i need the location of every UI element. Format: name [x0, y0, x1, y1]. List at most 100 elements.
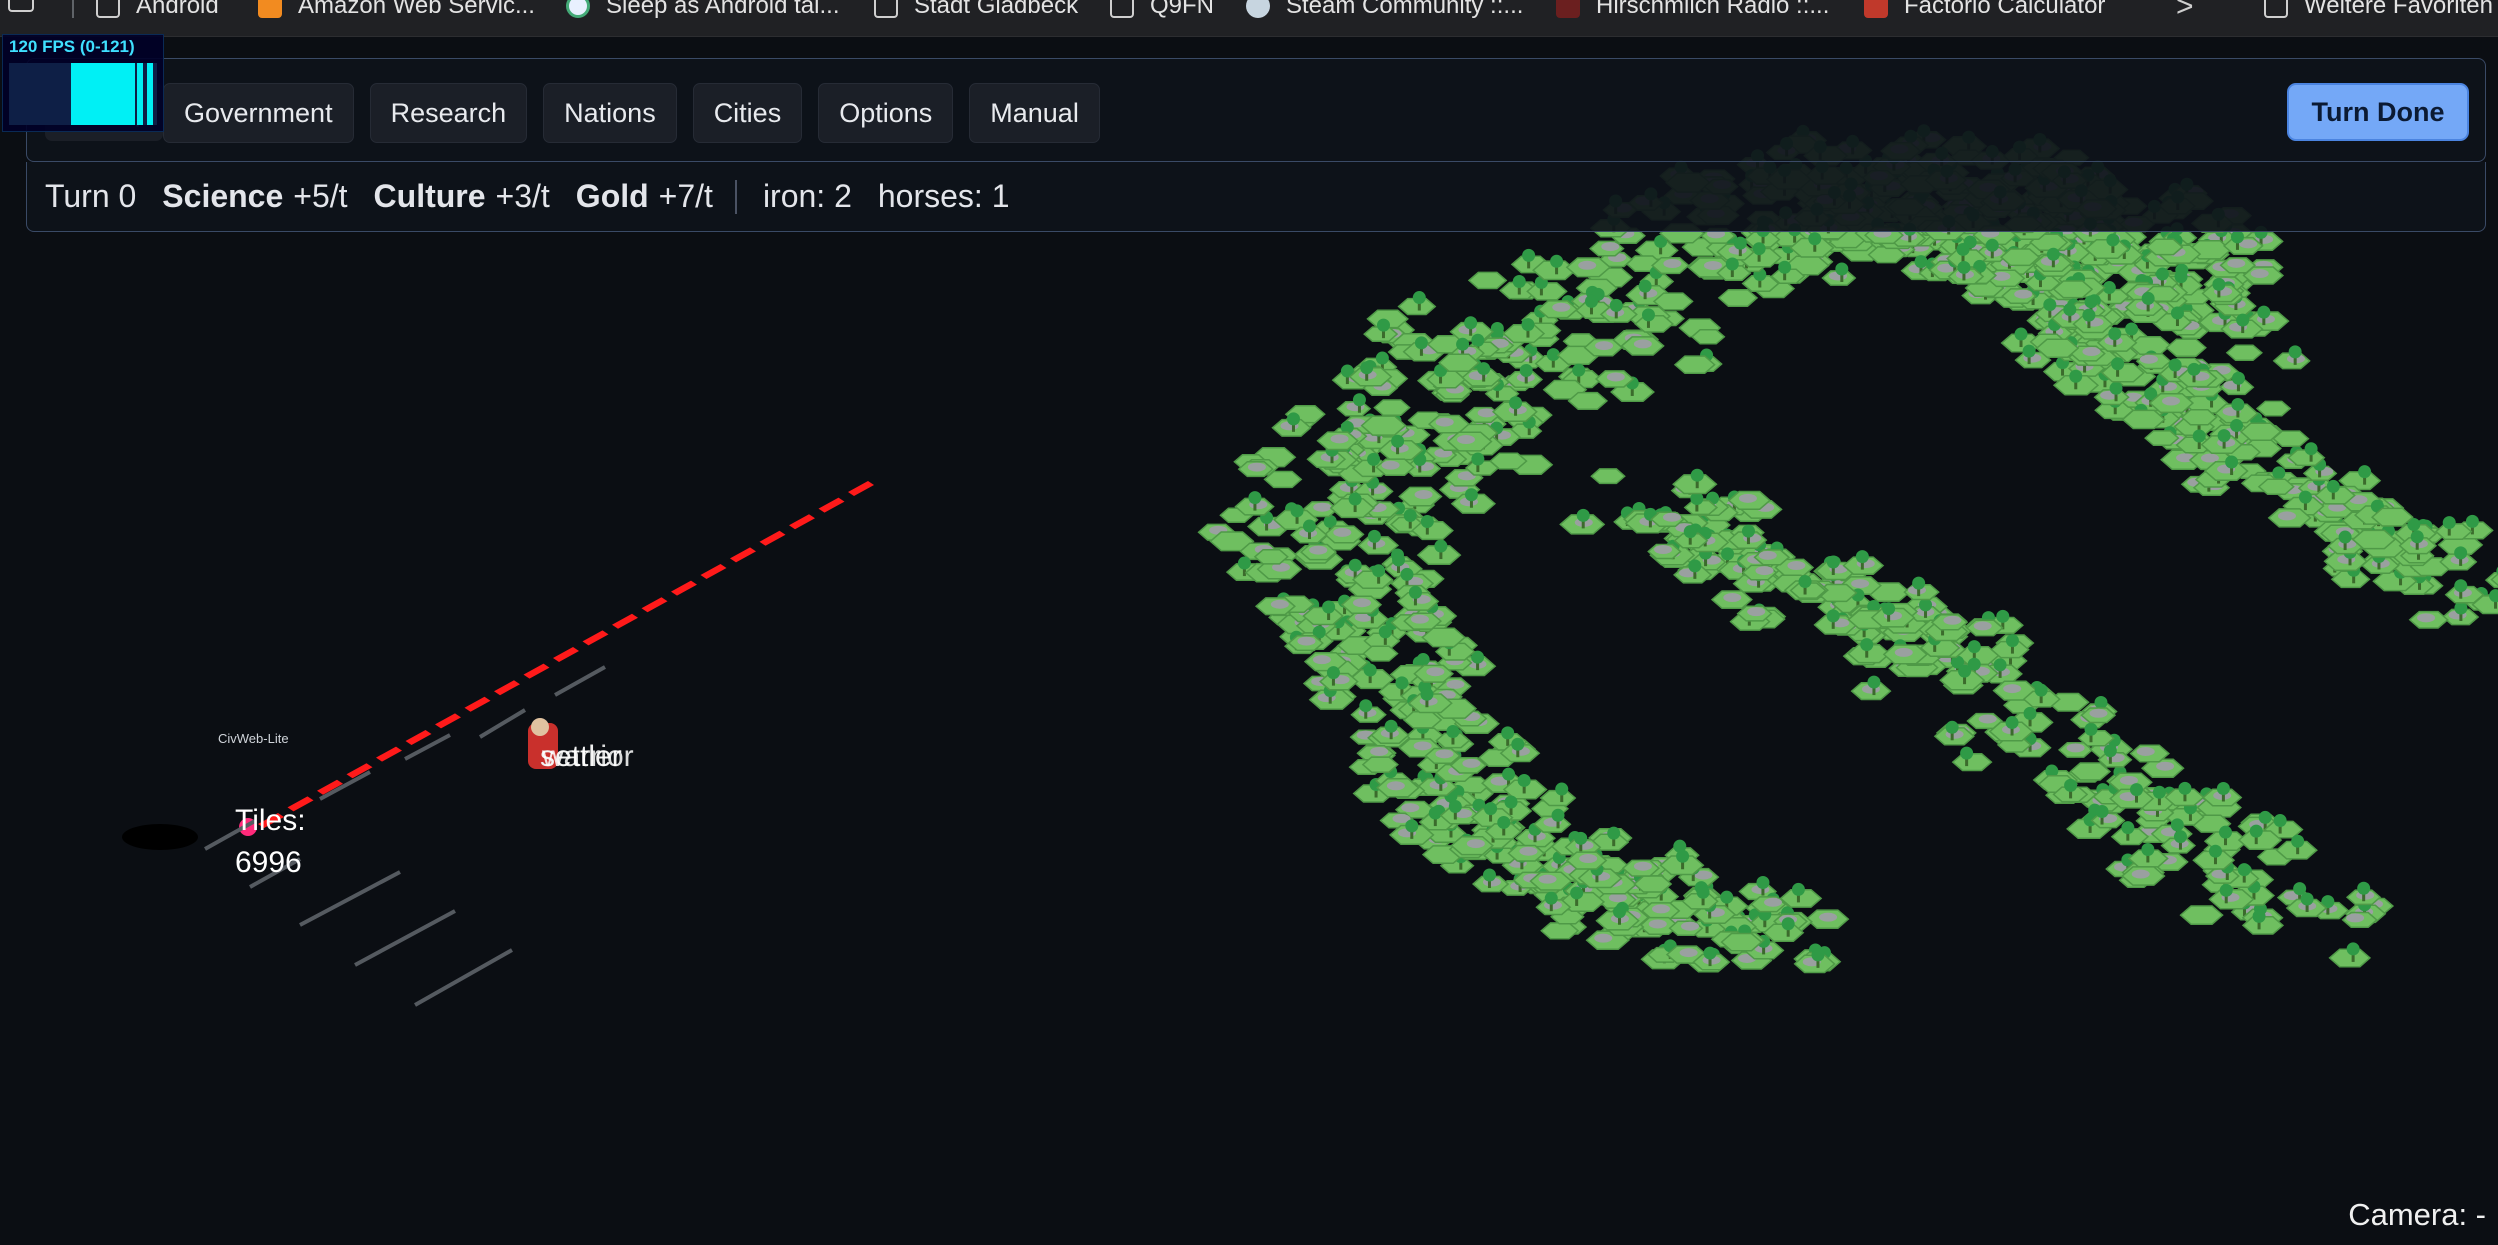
- tree: [2217, 429, 2231, 443]
- rock: [1633, 339, 1652, 349]
- bookmark-more-favorites[interactable]: Weitere Favoriten: [2264, 0, 2493, 26]
- tree: [1956, 242, 1970, 256]
- bookmark-gladbeck[interactable]: Stadt Gladbeck: [874, 0, 1078, 26]
- unit-head: [531, 718, 549, 736]
- land-tile: [1467, 271, 1508, 290]
- tree: [1511, 737, 1525, 751]
- tree: [1996, 609, 2010, 623]
- tab-options[interactable]: Options: [818, 83, 954, 143]
- tree: [2152, 785, 2166, 799]
- rock: [2066, 743, 2085, 753]
- tree: [1363, 663, 1377, 677]
- fps-bar: [137, 63, 143, 125]
- rock: [1594, 933, 1613, 943]
- shadow-blob: [122, 824, 198, 850]
- tree: [1464, 488, 1478, 502]
- rock: [1758, 550, 1777, 560]
- bookmark-radio[interactable]: Hirschmilch Radio ::...: [1556, 0, 1829, 26]
- fps-bar: [71, 63, 135, 125]
- tree: [1811, 948, 1825, 962]
- tree: [1512, 275, 1526, 289]
- tree: [1683, 525, 1697, 539]
- rock: [1401, 803, 1420, 813]
- route-segment: [730, 547, 756, 563]
- tree: [2106, 233, 2120, 247]
- tree: [1867, 675, 1881, 689]
- folder-icon: [1110, 0, 1134, 18]
- divider: [734, 179, 737, 214]
- rock: [2417, 613, 2436, 623]
- fps-monitor[interactable]: 120 FPS (0-121): [2, 34, 164, 132]
- tree: [1302, 519, 1316, 533]
- rock: [2156, 761, 2175, 771]
- rock: [2014, 289, 2033, 299]
- grid-line: [414, 948, 513, 1007]
- rock: [1330, 434, 1349, 444]
- rock: [1663, 259, 1682, 269]
- bookmark-android[interactable]: Android: [96, 0, 219, 26]
- tree: [2212, 277, 2226, 291]
- tree: [1509, 396, 1523, 410]
- land-tile: [1540, 922, 1580, 940]
- tree: [1497, 815, 1511, 829]
- tree: [2141, 842, 2155, 856]
- tree: [1958, 664, 1972, 678]
- tab-research[interactable]: Research: [369, 83, 528, 143]
- rock: [1435, 417, 1454, 427]
- science-stat: Science +5/t: [162, 178, 347, 215]
- tab-cities[interactable]: Cities: [692, 83, 803, 143]
- menu-icon[interactable]: [8, 0, 34, 12]
- rock: [1819, 912, 1838, 922]
- factorio-icon: [1864, 0, 1888, 18]
- rock: [1413, 741, 1432, 751]
- unit-label-warrior[interactable]: warrior: [542, 740, 634, 774]
- rock: [1247, 462, 1266, 472]
- tree: [1360, 361, 1374, 375]
- tree: [1574, 831, 1588, 845]
- rock: [1723, 593, 1742, 603]
- tree: [1367, 452, 1381, 466]
- route-segment: [789, 514, 815, 530]
- tree: [2236, 313, 2250, 327]
- tiles-label: Tiles:: [235, 804, 306, 837]
- tree: [2108, 327, 2122, 341]
- tab-nations[interactable]: Nations: [543, 83, 677, 143]
- tree: [1352, 393, 1366, 407]
- tree: [2288, 345, 2302, 359]
- fps-label: 120 FPS (0-121): [9, 37, 135, 56]
- tree: [1248, 491, 1262, 505]
- land-tile: [1634, 315, 1674, 333]
- bookmark-factorio[interactable]: Factorio Calculator: [1864, 0, 2105, 26]
- tab-government[interactable]: Government: [163, 83, 354, 143]
- land-tile: [1253, 548, 1289, 565]
- chevron-right-icon[interactable]: >: [2176, 0, 2194, 24]
- tree: [1359, 699, 1373, 713]
- turn-done-button[interactable]: Turn Done: [2287, 83, 2469, 141]
- nav-tabs: Government Research Nations Cities Optio…: [163, 83, 1100, 143]
- tree: [1688, 559, 1702, 573]
- rock: [1978, 714, 1997, 724]
- camera-readout: Camera: -: [2348, 1197, 2486, 1232]
- rock: [1681, 921, 1700, 931]
- bookmark-aws[interactable]: Amazon Web Servic...: [258, 0, 535, 26]
- rock: [2162, 396, 2181, 406]
- tree: [2192, 429, 2206, 443]
- rock: [1446, 679, 1465, 689]
- rock: [1333, 527, 1352, 537]
- tree: [2187, 362, 2201, 376]
- rock: [1309, 545, 1328, 555]
- tree: [1326, 666, 1340, 680]
- tree: [2225, 455, 2239, 469]
- bookmark-sleep[interactable]: Sleep as Android tal...: [566, 0, 839, 26]
- rock: [2136, 747, 2155, 757]
- tree: [1835, 262, 1849, 276]
- bookmark-steam[interactable]: Steam Community ::...: [1246, 0, 1523, 26]
- tab-manual[interactable]: Manual: [969, 83, 1100, 143]
- science-value: +5/t: [293, 178, 348, 214]
- tree: [2170, 818, 2184, 832]
- bookmark-q9fn[interactable]: Q9FN: [1110, 0, 1214, 26]
- tree: [1412, 291, 1426, 305]
- rock: [2250, 269, 2269, 279]
- tree: [2023, 706, 2037, 720]
- tree: [1808, 232, 1822, 246]
